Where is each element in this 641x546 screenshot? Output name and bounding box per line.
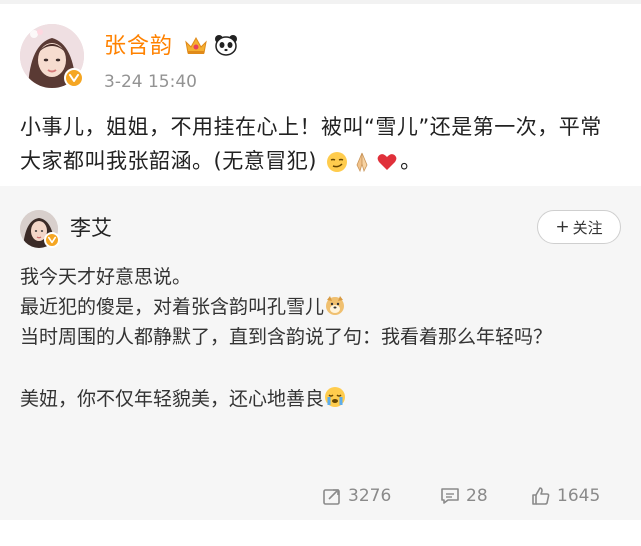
repost-text: 我今天才好意思说。 最近犯的傻是，对着张含韵叫孔雪儿 当时周围的人都静默了，直到… bbox=[20, 262, 621, 414]
post-time: 3-24 15:40 bbox=[104, 72, 197, 92]
follow-button[interactable]: + 关注 bbox=[537, 210, 621, 244]
thumbs-up-icon bbox=[532, 487, 550, 505]
repost-line: 美妞，你不仅年轻貌美，还心地善良 bbox=[20, 384, 621, 414]
author-name[interactable]: 张含韵 bbox=[104, 34, 173, 60]
repost-action[interactable]: 3276 bbox=[322, 482, 391, 510]
comment-count: 28 bbox=[466, 486, 488, 506]
weibo-post: 张含韵 3-24 15:40 小事儿，姐姐，不用挂在心上！被叫“雪儿”还是第一次… bbox=[0, 4, 641, 184]
smirk-face-icon bbox=[327, 152, 348, 172]
post-emojis bbox=[326, 151, 398, 173]
post-text-main: 小事儿，姐姐，不用挂在心上！被叫“雪儿”还是第一次，平常大家都叫我张韶涵。(无意… bbox=[20, 115, 602, 173]
post-text-tail: 。 bbox=[400, 149, 422, 173]
repost-icon bbox=[323, 489, 340, 505]
follow-label: 关注 bbox=[572, 218, 603, 237]
post-text: 小事儿，姐姐，不用挂在心上！被叫“雪儿”还是第一次，平常大家都叫我张韶涵。(无意… bbox=[20, 110, 620, 178]
repost-author-name[interactable]: 李艾 bbox=[70, 216, 112, 240]
verified-badge-icon bbox=[64, 68, 84, 88]
crying-face-icon bbox=[325, 387, 346, 407]
repost-line: 最近犯的傻是，对着张含韵叫孔雪儿 bbox=[20, 292, 621, 322]
repost-count: 3276 bbox=[348, 486, 392, 506]
reposted-weibo-card[interactable]: 李艾 + 关注 我今天才好意思说。 最近犯的傻是，对着张含韵叫孔雪儿 当时周围的… bbox=[0, 186, 641, 520]
author-badges bbox=[184, 34, 238, 56]
plus-icon: + bbox=[555, 216, 570, 237]
like-count: 1645 bbox=[557, 486, 601, 506]
praying-hands-icon bbox=[356, 152, 368, 173]
crown-icon bbox=[184, 34, 208, 56]
like-action[interactable]: 1645 bbox=[531, 482, 600, 510]
comment-icon bbox=[441, 488, 459, 504]
red-heart-icon bbox=[377, 154, 397, 170]
repost-line: 我今天才好意思说。 bbox=[20, 266, 192, 288]
action-bar: 3276 28 1645 bbox=[0, 482, 641, 510]
comment-action[interactable]: 28 bbox=[440, 482, 488, 510]
panda-icon bbox=[214, 34, 238, 56]
repost-line-text: 最近犯的傻是，对着张含韵叫孔雪儿 bbox=[20, 296, 325, 318]
doge-icon bbox=[326, 296, 345, 315]
bottom-divider bbox=[0, 520, 641, 546]
repost-line: 当时周围的人都静默了，直到含韵说了句：我看着那么年轻吗？ bbox=[20, 326, 553, 348]
verified-badge-icon bbox=[44, 232, 60, 248]
repost-line-text: 美妞，你不仅年轻貌美，还心地善良 bbox=[20, 388, 325, 410]
